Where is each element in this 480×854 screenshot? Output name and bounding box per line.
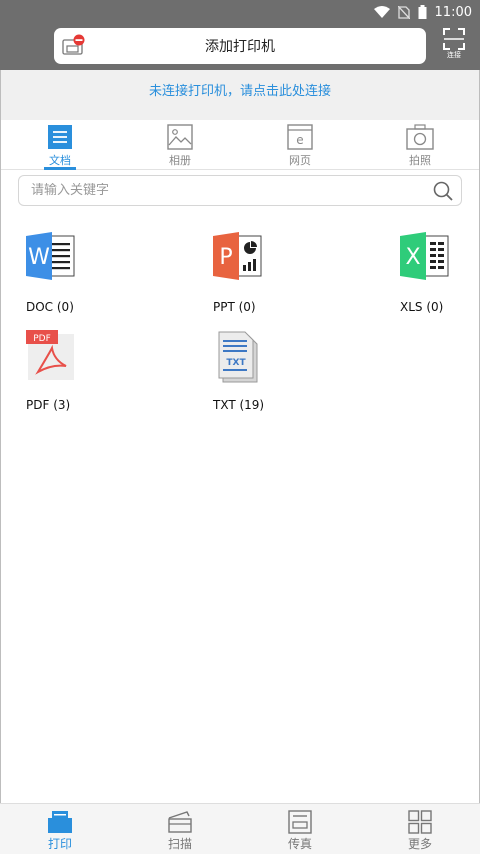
print-icon: [48, 811, 72, 833]
svg-text:W: W: [28, 245, 50, 270]
source-tabs: 文档 相册 e 网页 拍照: [0, 120, 480, 170]
add-printer-button[interactable]: 添加打印机: [54, 28, 426, 64]
top-bar: 添加打印机 连接: [0, 24, 480, 70]
search-icon[interactable]: [433, 181, 453, 205]
nav-more-label: 更多: [407, 837, 432, 851]
connect-printer-banner[interactable]: 未连接打印机，请点击此处连接: [0, 70, 480, 108]
file-type-doc[interactable]: W DOC (0): [26, 232, 116, 318]
svg-text:X: X: [405, 245, 420, 270]
file-type-pdf-label: PDF (3): [26, 398, 71, 412]
bottom-nav: 打印 扫描 传真 更多: [0, 803, 480, 854]
excel-icon: X: [400, 232, 449, 280]
tab-camera-label: 拍照: [409, 154, 431, 167]
tab-document-label: 文档: [49, 154, 71, 167]
svg-text:e: e: [296, 133, 303, 147]
clock: 11:00: [434, 4, 472, 20]
nav-print[interactable]: 打印: [0, 804, 120, 854]
nav-print-label: 打印: [47, 837, 72, 851]
scan-connect-label: 连接: [447, 51, 461, 59]
file-type-doc-label: DOC (0): [26, 300, 74, 314]
tab-album[interactable]: 相册: [120, 120, 240, 169]
tab-web[interactable]: e 网页: [240, 120, 360, 169]
document-icon: [48, 125, 72, 149]
file-type-txt[interactable]: TXT TXT (19): [213, 330, 303, 416]
nav-fax-label: 传真: [287, 837, 312, 851]
tab-active-indicator: [44, 167, 76, 170]
camera-icon: [406, 124, 434, 150]
svg-text:P: P: [219, 245, 232, 270]
txt-icon: TXT: [218, 331, 258, 383]
no-signal-icon: [397, 5, 410, 19]
file-type-ppt-label: PPT (0): [213, 300, 256, 314]
file-type-pdf[interactable]: PDF PDF (3): [26, 330, 116, 416]
more-grid-icon: [408, 810, 432, 834]
file-type-xls[interactable]: X XLS (0): [400, 232, 480, 318]
tab-indicator: [260, 167, 340, 170]
nav-more[interactable]: 更多: [360, 804, 480, 854]
nav-fax[interactable]: 传真: [240, 804, 360, 854]
tab-document[interactable]: 文档: [0, 120, 120, 170]
pdf-icon: PDF: [26, 330, 74, 380]
qr-scan-icon: [443, 28, 465, 50]
search-input[interactable]: [31, 183, 421, 198]
file-type-xls-label: XLS (0): [400, 300, 444, 314]
tab-album-label: 相册: [169, 154, 191, 167]
nav-scan-label: 扫描: [167, 837, 192, 851]
add-printer-label: 添加打印机: [205, 39, 275, 55]
search-box: [18, 175, 462, 206]
word-icon: W: [26, 232, 75, 280]
status-bar: 11:00: [0, 0, 480, 24]
fax-icon: [288, 810, 312, 834]
svg-text:TXT: TXT: [226, 358, 246, 368]
battery-icon: [418, 5, 427, 19]
connect-banner-text: 未连接打印机，请点击此处连接: [148, 83, 331, 99]
svg-text:PDF: PDF: [33, 334, 51, 344]
web-icon: e: [287, 124, 313, 150]
photo-icon: [167, 124, 193, 150]
frame-edge-left: [0, 70, 1, 854]
file-type-ppt[interactable]: P PPT (0): [213, 232, 303, 318]
powerpoint-icon: P: [213, 232, 262, 280]
divider: [0, 108, 480, 120]
wifi-icon: [373, 6, 390, 18]
scan-connect-button[interactable]: 连接: [440, 28, 468, 66]
tab-camera[interactable]: 拍照: [360, 120, 480, 169]
scan-icon: [168, 811, 192, 833]
nav-scan[interactable]: 扫描: [120, 804, 240, 854]
tab-indicator: [140, 167, 220, 170]
printer-error-icon: [62, 34, 86, 58]
file-type-txt-label: TXT (19): [213, 398, 265, 412]
tab-web-label: 网页: [289, 154, 311, 167]
tab-indicator: [380, 167, 460, 170]
